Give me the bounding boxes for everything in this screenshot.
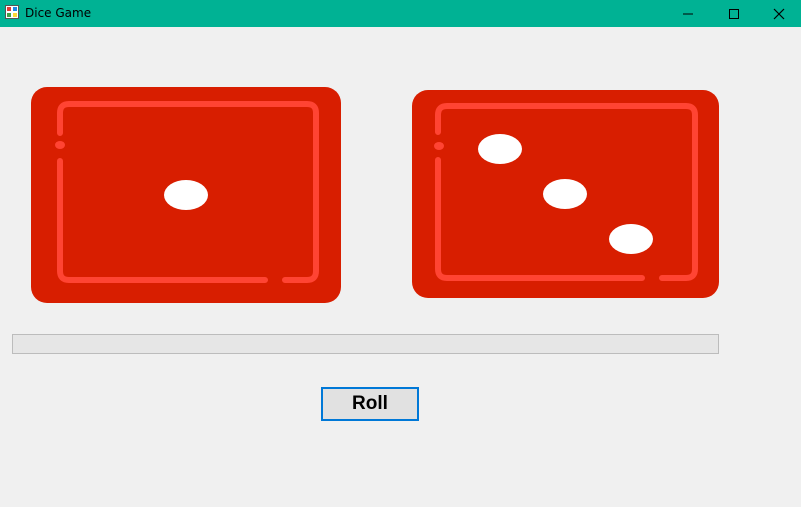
progress-bar	[12, 334, 719, 354]
minimize-icon	[683, 13, 693, 14]
die-pip	[478, 134, 522, 164]
die-one	[31, 87, 341, 303]
die-two	[412, 90, 719, 298]
window-title: Dice Game	[25, 6, 92, 20]
die-border-dot	[55, 141, 65, 149]
app-icon	[5, 5, 19, 19]
roll-button[interactable]: Roll	[321, 387, 419, 421]
title-bar[interactable]: Dice Game	[0, 0, 801, 27]
maximize-button[interactable]	[711, 0, 757, 27]
maximize-icon	[729, 8, 739, 19]
die-border-dot	[434, 142, 444, 150]
die-pip	[543, 179, 587, 209]
die-pip	[609, 224, 653, 254]
close-icon	[773, 8, 785, 19]
close-button[interactable]	[756, 0, 801, 27]
minimize-button[interactable]	[665, 0, 711, 27]
die-pip	[164, 180, 208, 210]
